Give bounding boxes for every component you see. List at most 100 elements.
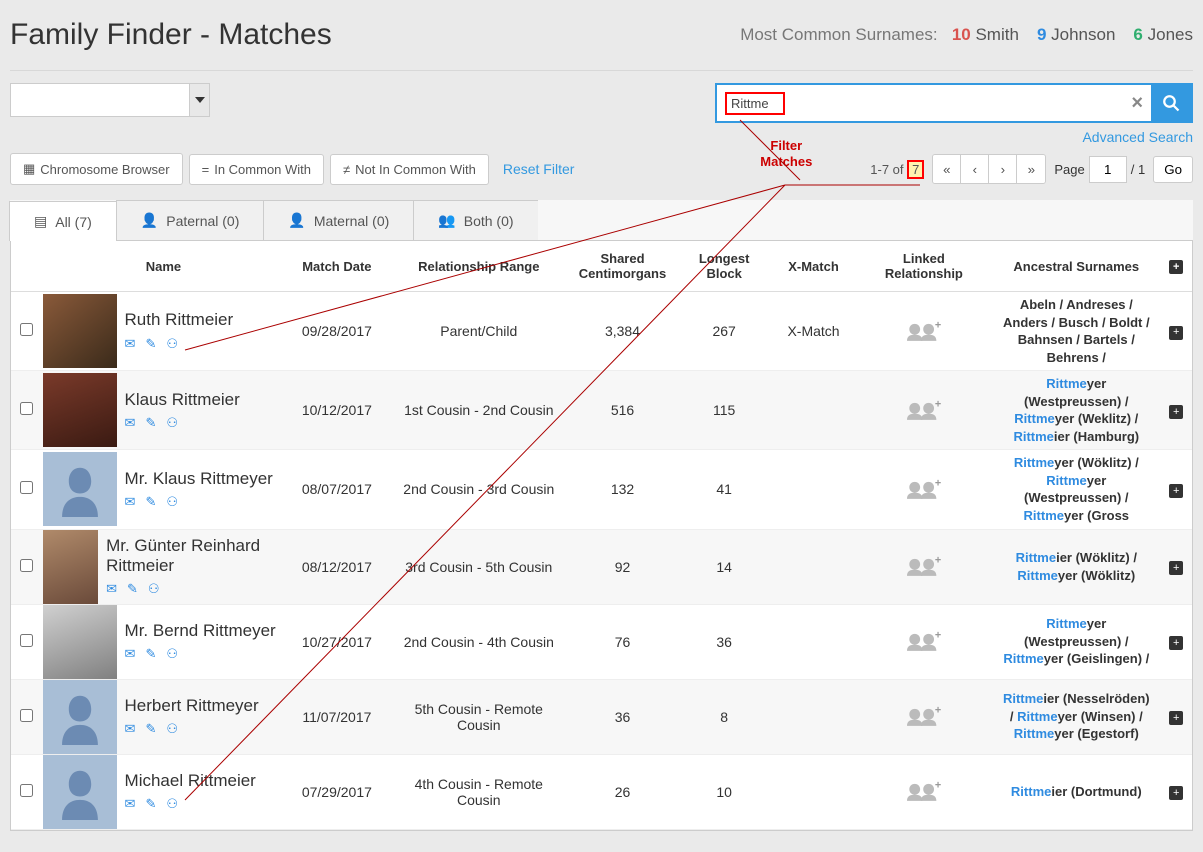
email-icon[interactable]: ✉ — [125, 415, 136, 431]
col-match-date[interactable]: Match Date — [284, 241, 389, 292]
row-checkbox[interactable] — [20, 481, 33, 494]
email-icon[interactable]: ✉ — [125, 336, 136, 352]
col-expand[interactable]: + — [1160, 241, 1192, 292]
male-icon: 👤 — [141, 212, 158, 229]
tab-maternal[interactable]: 👤 Maternal (0) — [263, 200, 413, 240]
pagination-nav: « ‹ › » — [932, 154, 1046, 184]
row-checkbox[interactable] — [20, 323, 33, 336]
linked-relationship-icon[interactable]: + — [907, 778, 941, 802]
edit-icon[interactable]: ✎ — [145, 796, 156, 812]
cell-xmatch: X-Match — [771, 292, 855, 371]
match-name[interactable]: Ruth Rittmeier — [125, 310, 234, 330]
table-row: Mr. Bernd Rittmeyer✉✎⚇10/27/20172nd Cous… — [11, 604, 1192, 679]
linked-relationship-icon[interactable]: + — [907, 703, 941, 727]
tabs: ▤ All (7) 👤 Paternal (0) 👤 Maternal (0) … — [10, 200, 1193, 241]
reset-filter-link[interactable]: Reset Filter — [503, 161, 575, 177]
edit-icon[interactable]: ✎ — [145, 415, 156, 431]
expand-row-icon[interactable]: + — [1169, 405, 1183, 419]
svg-text:+: + — [935, 705, 941, 717]
tree-icon[interactable]: ⚇ — [166, 336, 178, 352]
match-name[interactable]: Mr. Günter Reinhard Rittmeier — [106, 536, 276, 575]
row-checkbox[interactable] — [20, 634, 33, 647]
edit-icon[interactable]: ✎ — [127, 581, 138, 597]
not-in-common-label: Not In Common With — [355, 162, 476, 177]
surnames-label: Most Common Surnames: — [740, 25, 937, 44]
linked-relationship-icon[interactable]: + — [907, 553, 941, 577]
linked-relationship-icon[interactable]: + — [907, 476, 941, 500]
edit-icon[interactable]: ✎ — [145, 494, 156, 510]
tab-all[interactable]: ▤ All (7) — [9, 201, 116, 241]
linked-relationship-icon[interactable]: + — [907, 628, 941, 652]
cell-linked: + — [856, 371, 993, 450]
col-relationship[interactable]: Relationship Range — [389, 241, 568, 292]
go-button[interactable]: Go — [1153, 156, 1193, 183]
prev-page-button[interactable]: ‹ — [961, 155, 989, 183]
linked-relationship-icon[interactable]: + — [907, 318, 941, 342]
row-checkbox[interactable] — [20, 559, 33, 572]
search-button[interactable] — [1151, 85, 1191, 121]
email-icon[interactable]: ✉ — [125, 494, 136, 510]
tab-both[interactable]: 👥 Both (0) — [413, 200, 537, 240]
expand-row-icon[interactable]: + — [1169, 326, 1183, 340]
row-checkbox[interactable] — [20, 784, 33, 797]
svg-text:+: + — [935, 398, 941, 410]
last-page-button[interactable]: » — [1017, 155, 1045, 183]
cell-date: 10/27/2017 — [284, 604, 389, 679]
tree-icon[interactable]: ⚇ — [166, 721, 178, 737]
in-common-with-button[interactable]: = In Common With — [189, 154, 324, 185]
search-input[interactable] — [725, 92, 785, 115]
edit-icon[interactable]: ✎ — [145, 646, 156, 662]
match-name[interactable]: Klaus Rittmeier — [125, 390, 240, 410]
email-icon[interactable]: ✉ — [106, 581, 117, 597]
match-name[interactable]: Mr. Klaus Rittmeyer — [125, 469, 273, 489]
filter-dropdown-input[interactable] — [11, 84, 189, 116]
tree-icon[interactable]: ⚇ — [166, 494, 178, 510]
surname-item[interactable]: 6 Jones — [1133, 25, 1193, 44]
cell-cm: 3,384 — [568, 292, 677, 371]
advanced-search-link[interactable]: Advanced Search — [1082, 129, 1193, 145]
filter-dropdown[interactable] — [10, 83, 210, 117]
chromosome-browser-button[interactable]: ▦ Chromosome Browser — [10, 153, 183, 185]
col-ancestral[interactable]: Ancestral Surnames — [992, 241, 1160, 292]
edit-icon[interactable]: ✎ — [145, 336, 156, 352]
expand-row-icon[interactable]: + — [1169, 484, 1183, 498]
grid-icon: ▦ — [23, 161, 35, 177]
not-in-common-with-button[interactable]: ≠ Not In Common With — [330, 154, 489, 185]
tree-icon[interactable]: ⚇ — [166, 796, 178, 812]
col-longest-block[interactable]: Longest Block — [677, 241, 772, 292]
cell-block: 41 — [677, 450, 772, 529]
surname-item[interactable]: 9 Johnson — [1037, 25, 1115, 44]
col-name[interactable]: Name — [43, 241, 285, 292]
match-name[interactable]: Mr. Bernd Rittmeyer — [125, 621, 276, 641]
annotation-filter-matches: FilterMatches — [760, 138, 812, 169]
tree-icon[interactable]: ⚇ — [148, 581, 160, 597]
surname-item[interactable]: 10 Smith — [952, 25, 1019, 44]
expand-row-icon[interactable]: + — [1169, 786, 1183, 800]
linked-relationship-icon[interactable]: + — [907, 397, 941, 421]
tree-icon[interactable]: ⚇ — [166, 415, 178, 431]
expand-row-icon[interactable]: + — [1169, 561, 1183, 575]
col-xmatch[interactable]: X-Match — [771, 241, 855, 292]
dropdown-caret-icon[interactable] — [189, 84, 209, 116]
email-icon[interactable]: ✉ — [125, 646, 136, 662]
tree-icon[interactable]: ⚇ — [166, 646, 178, 662]
row-checkbox[interactable] — [20, 709, 33, 722]
match-name[interactable]: Herbert Rittmeyer — [125, 696, 259, 716]
email-icon[interactable]: ✉ — [125, 721, 136, 737]
edit-icon[interactable]: ✎ — [145, 721, 156, 737]
expand-row-icon[interactable]: + — [1169, 636, 1183, 650]
match-name[interactable]: Michael Rittmeier — [125, 771, 256, 791]
cell-linked: + — [856, 604, 993, 679]
email-icon[interactable]: ✉ — [125, 796, 136, 812]
first-page-button[interactable]: « — [933, 155, 961, 183]
col-shared-cm[interactable]: Shared Centimorgans — [568, 241, 677, 292]
cell-surnames: Abeln / Andreses / Anders / Busch / Bold… — [992, 292, 1160, 371]
col-linked[interactable]: Linked Relationship — [856, 241, 993, 292]
next-page-button[interactable]: › — [989, 155, 1017, 183]
cell-rel: 3rd Cousin - 5th Cousin — [389, 529, 568, 604]
row-checkbox[interactable] — [20, 402, 33, 415]
page-number-input[interactable] — [1089, 156, 1127, 183]
tab-paternal[interactable]: 👤 Paternal (0) — [116, 200, 264, 240]
expand-row-icon[interactable]: + — [1169, 711, 1183, 725]
clear-search-icon[interactable]: × — [1131, 92, 1143, 115]
